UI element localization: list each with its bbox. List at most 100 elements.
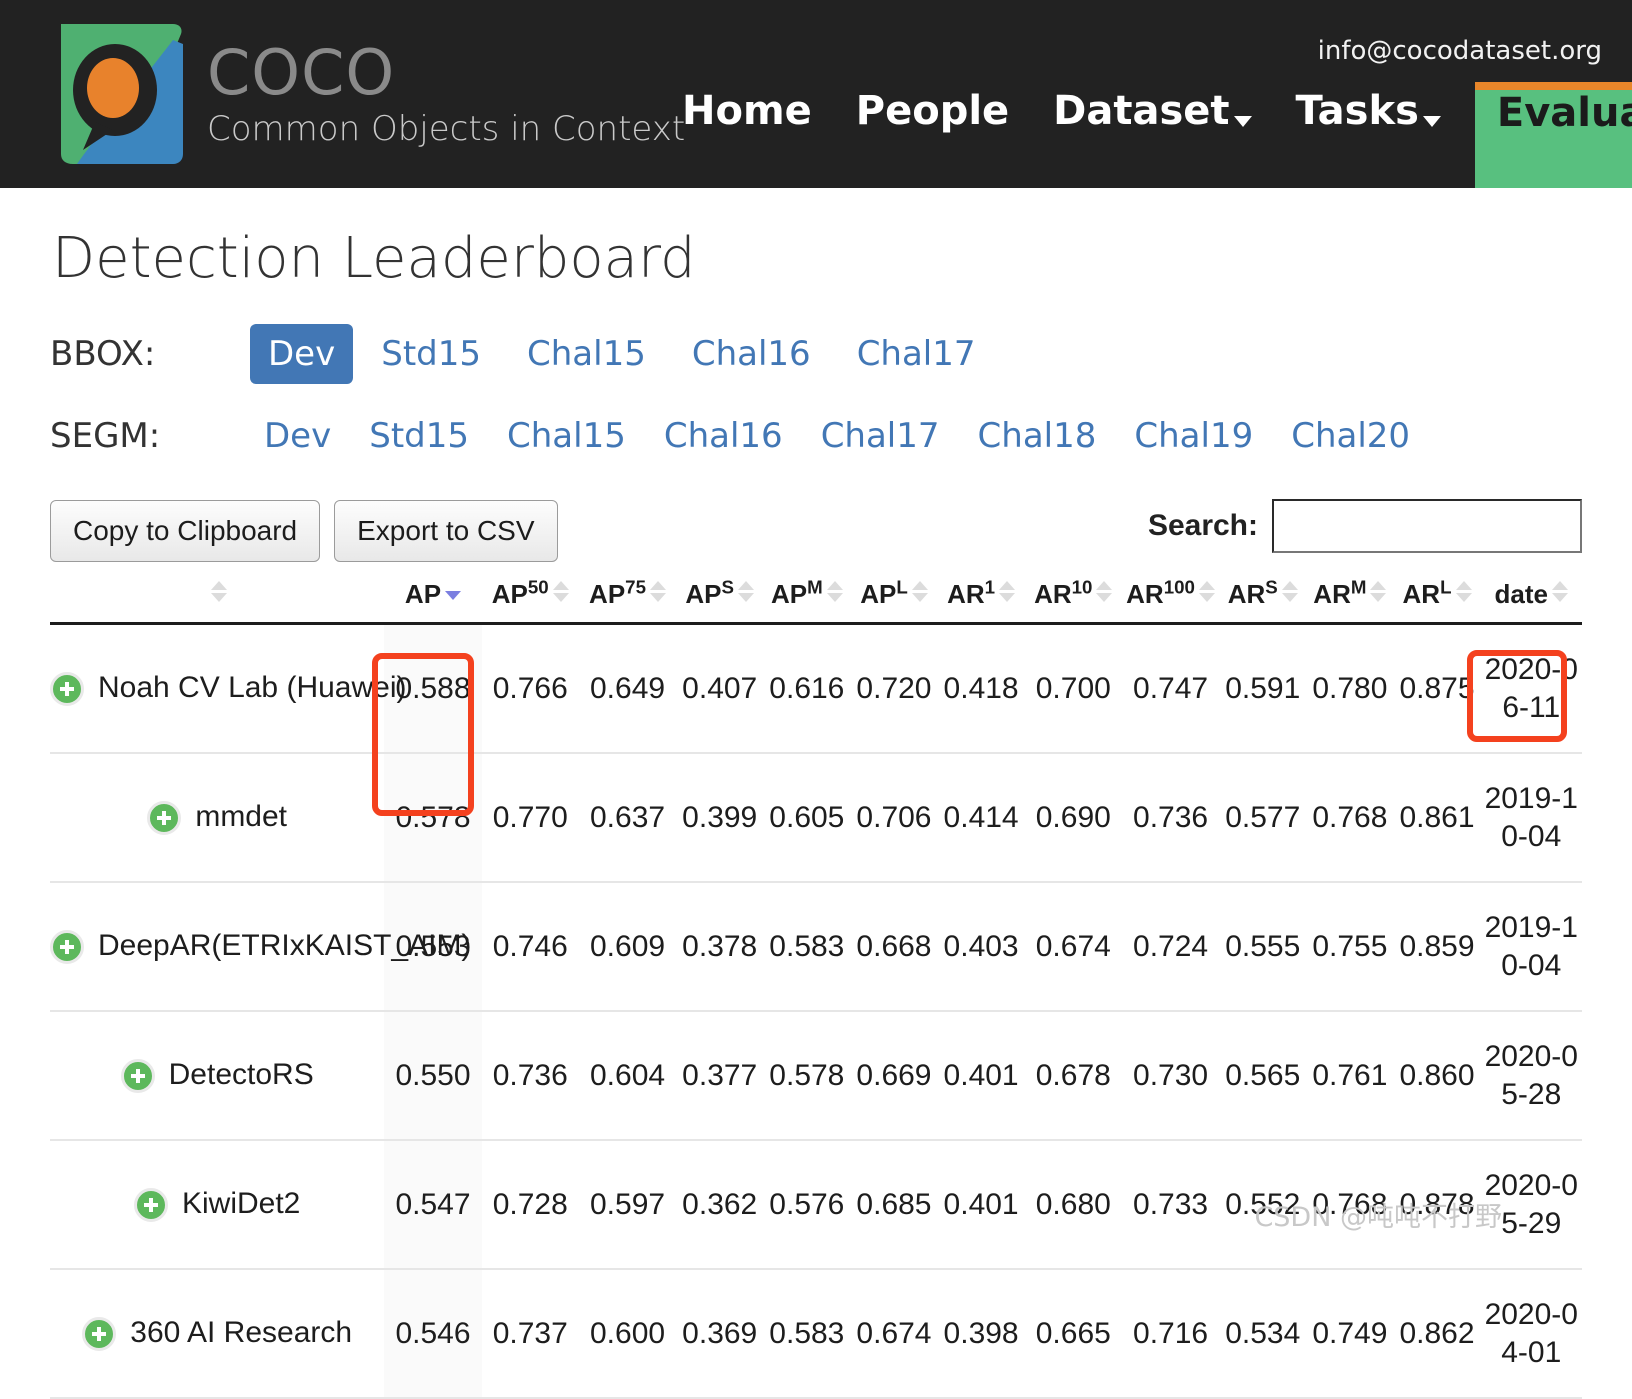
cell-apl: 0.685 <box>850 1140 938 1270</box>
cell-arl: 0.862 <box>1393 1269 1481 1399</box>
cell-ar10: 0.690 <box>1024 753 1122 883</box>
col-label-ar1: AR <box>947 579 985 609</box>
cell-aps: 0.362 <box>676 1140 764 1270</box>
sort-arrows-icon[interactable] <box>1552 581 1569 603</box>
cell-arm: 0.768 <box>1306 753 1394 883</box>
sort-arrows-icon[interactable] <box>1370 581 1387 603</box>
table-row[interactable]: 360 AI Research 0.546 0.737 0.600 0.369 … <box>50 1269 1582 1399</box>
brand-subtitle: Common Objects in Context <box>207 109 686 149</box>
cell-ars: 0.555 <box>1219 882 1307 1012</box>
sort-arrows-icon[interactable] <box>211 581 228 603</box>
col-header-arm[interactable]: ARM <box>1306 577 1394 625</box>
cell-ar10: 0.700 <box>1024 623 1122 754</box>
team-name-label: KiwiDet2 <box>181 1186 301 1220</box>
search-input[interactable] <box>1272 499 1582 553</box>
cell-ar1: 0.418 <box>937 623 1025 754</box>
bbox-option-dev[interactable]: Dev <box>250 324 354 384</box>
cell-arl: 0.861 <box>1393 753 1481 883</box>
cell-apm: 0.583 <box>763 882 851 1012</box>
sort-arrows-icon[interactable] <box>1198 581 1215 603</box>
col-label-ap: AP <box>404 579 442 609</box>
sort-arrows-icon[interactable] <box>911 581 928 603</box>
table-row[interactable]: Noah CV Lab (Huawei) 0.588 0.766 0.649 0… <box>50 623 1582 754</box>
col-header-aps[interactable]: APS <box>676 576 764 625</box>
segm-option-chal19[interactable]: Chal19 <box>1120 406 1267 466</box>
col-header-ap[interactable]: AP <box>384 579 482 625</box>
expand-plus-icon[interactable] <box>120 1059 155 1094</box>
segm-option-dev[interactable]: Dev <box>250 406 345 466</box>
nav-item-dataset[interactable]: Dataset <box>1031 82 1273 188</box>
segm-option-chal15[interactable]: Chal15 <box>493 406 640 466</box>
segm-option-chal16[interactable]: Chal16 <box>650 406 797 466</box>
col-sup-aps: S <box>721 576 735 598</box>
col-header-ap50[interactable]: AP50 <box>481 576 579 625</box>
col-header-apl[interactable]: APL <box>850 577 938 625</box>
nav-links: Home People Dataset Tasks Evaluate <box>660 82 1632 188</box>
segm-label: SEGM: <box>50 416 161 456</box>
table-row[interactable]: DeepAR(ETRIxKAIST_AIM) 0.553 0.746 0.609… <box>50 882 1582 1012</box>
col-label-ars: AR <box>1227 579 1266 609</box>
col-header-ar100[interactable]: AR100 <box>1121 577 1220 625</box>
sort-arrows-icon[interactable] <box>1096 581 1113 603</box>
nav-item-tasks[interactable]: Tasks <box>1274 82 1463 188</box>
cell-ap75: 0.604 <box>578 1011 677 1141</box>
bbox-option-std15[interactable]: Std15 <box>363 324 499 384</box>
col-header-ar10[interactable]: AR10 <box>1024 577 1122 625</box>
sort-arrows-active-icon[interactable] <box>445 581 462 603</box>
segm-option-chal20[interactable]: Chal20 <box>1277 406 1424 466</box>
nav-label-tasks: Tasks <box>1295 88 1419 134</box>
table-row[interactable]: DetectoRS 0.550 0.736 0.604 0.377 0.578 … <box>50 1011 1582 1141</box>
col-header-name[interactable] <box>50 579 385 625</box>
coco-brand[interactable]: COCO Common Objects in Context <box>55 18 685 170</box>
expand-plus-icon[interactable] <box>50 930 84 965</box>
nav-item-home[interactable]: Home <box>660 82 834 188</box>
table-row[interactable]: mmdet 0.578 0.770 0.637 0.399 0.605 0.70… <box>50 753 1582 883</box>
col-header-ar1[interactable]: AR1 <box>937 577 1025 625</box>
nav-label-dataset: Dataset <box>1053 88 1230 134</box>
col-sup-ap50: 50 <box>527 576 549 598</box>
segm-option-chal17[interactable]: Chal17 <box>807 406 954 466</box>
sort-arrows-icon[interactable] <box>999 581 1016 603</box>
cell-ap75: 0.600 <box>578 1269 677 1399</box>
table-toolbar: Copy to Clipboard Export to CSV Search: <box>50 495 1582 567</box>
sort-arrows-icon[interactable] <box>1281 581 1298 603</box>
expand-plus-icon[interactable] <box>147 801 182 836</box>
bbox-option-chal17[interactable]: Chal17 <box>839 324 994 384</box>
cell-ar100: 0.747 <box>1121 623 1220 754</box>
table-body: Noah CV Lab (Huawei) 0.588 0.766 0.649 0… <box>50 623 1582 1399</box>
brand-title: COCO <box>207 36 396 109</box>
expand-plus-icon[interactable] <box>82 1317 117 1352</box>
sort-arrows-icon[interactable] <box>649 581 666 603</box>
sort-arrows-icon[interactable] <box>738 581 755 603</box>
cell-aps: 0.378 <box>676 882 764 1012</box>
expand-plus-icon[interactable] <box>133 1188 168 1223</box>
col-header-arl[interactable]: ARL <box>1393 577 1481 625</box>
sort-arrows-icon[interactable] <box>826 581 843 603</box>
segm-option-chal18[interactable]: Chal18 <box>964 406 1111 466</box>
col-header-apm[interactable]: APM <box>763 577 851 625</box>
copy-to-clipboard-button[interactable]: Copy to Clipboard <box>50 500 321 562</box>
cell-apm: 0.605 <box>763 753 851 883</box>
top-navbar: COCO Common Objects in Context info@coco… <box>0 0 1632 188</box>
nav-item-people[interactable]: People <box>834 82 1031 188</box>
bbox-option-chal15[interactable]: Chal15 <box>509 324 664 384</box>
cell-ar100: 0.736 <box>1121 753 1220 883</box>
nav-label-evaluate: Evaluate <box>1496 90 1632 136</box>
cell-date: 2020-04-01 <box>1480 1269 1582 1399</box>
cell-ar10: 0.680 <box>1024 1140 1122 1270</box>
contact-email[interactable]: info@cocodataset.org <box>1318 36 1602 66</box>
page-title: Detection Leaderboard <box>52 226 696 291</box>
col-header-ars[interactable]: ARS <box>1219 577 1307 625</box>
col-header-ap75[interactable]: AP75 <box>578 577 677 625</box>
cell-apm: 0.578 <box>763 1011 851 1141</box>
expand-plus-icon[interactable] <box>50 672 84 707</box>
sort-arrows-icon[interactable] <box>552 581 569 603</box>
col-header-date[interactable]: date <box>1480 579 1582 625</box>
nav-item-evaluate[interactable]: Evaluate <box>1474 82 1632 188</box>
bbox-option-chal16[interactable]: Chal16 <box>674 324 829 384</box>
sort-arrows-icon[interactable] <box>1455 581 1472 603</box>
team-name-label: Noah CV Lab (Huawei) <box>98 670 407 704</box>
segm-option-std15[interactable]: Std15 <box>355 406 483 466</box>
export-to-csv-button[interactable]: Export to CSV <box>334 500 558 562</box>
cell-ar10: 0.678 <box>1024 1011 1122 1141</box>
